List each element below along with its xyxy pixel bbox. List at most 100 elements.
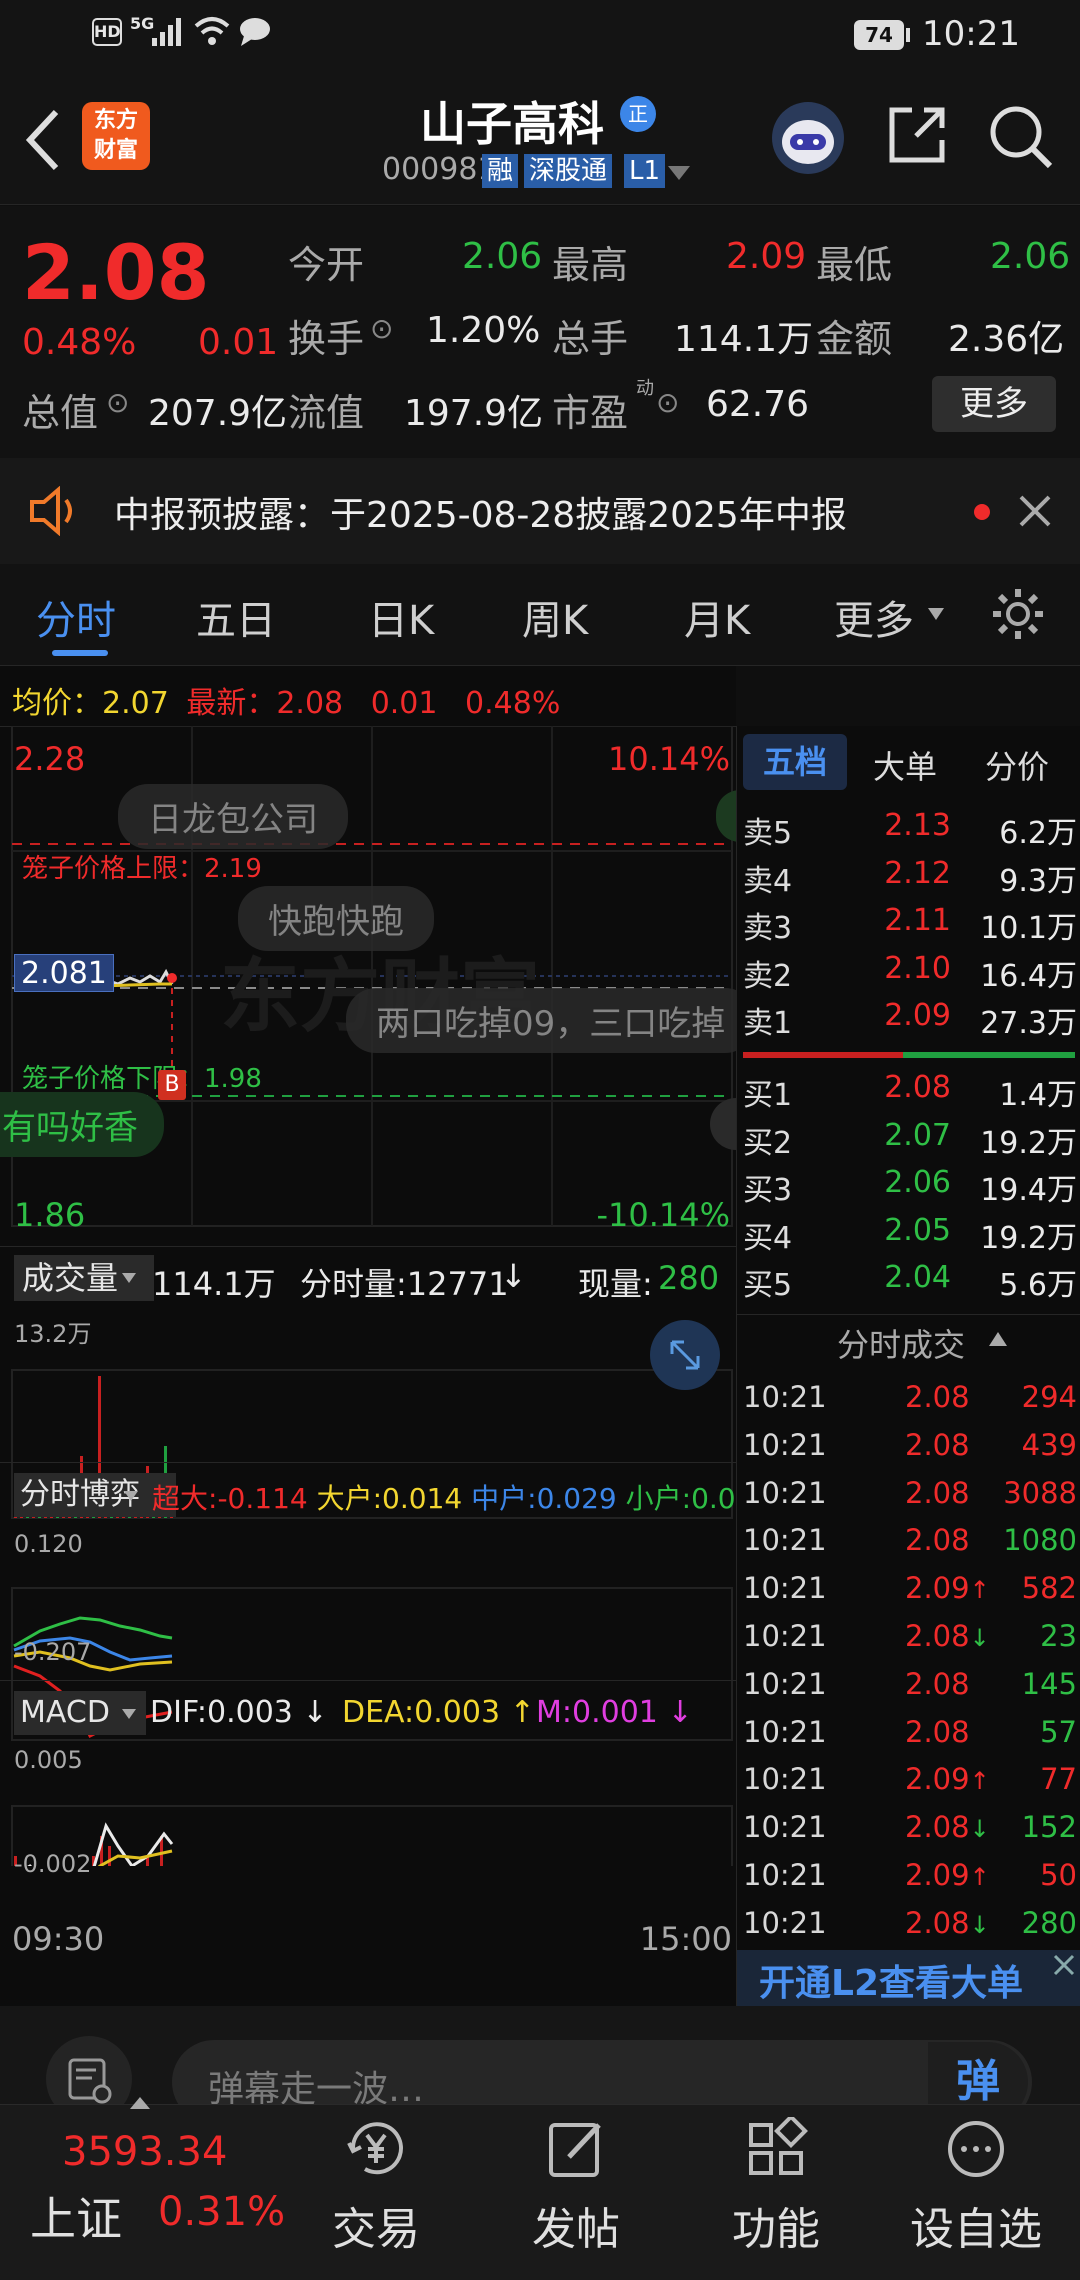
index-pct[interactable]: 0.31% <box>158 2189 285 2235</box>
y-top-pct-label: 10.14% <box>607 740 730 778</box>
m-value: M:0.001 ↓ <box>536 1695 693 1730</box>
game-bottom-label: -0.207 <box>14 1638 92 1666</box>
info-icon[interactable]: ⊙ <box>106 386 129 419</box>
dif-number: 0.003 <box>206 1695 293 1730</box>
danmaku-bubble: 日龙包公司 <box>118 784 348 849</box>
bottom-area: 弹幕走一波… 弹 3593.34 上证 0.31% 交易 发帖 功能 设自选 <box>0 2006 1080 2280</box>
bid-level[interactable]: 买1 2.08 1.4万 <box>737 1070 1080 1116</box>
ask-level[interactable]: 卖1 2.09 27.3万 <box>737 998 1080 1044</box>
tab-price-dist[interactable]: 分价 <box>985 742 1049 788</box>
nav-trade[interactable]: 交易 <box>306 2117 446 2257</box>
nav-functions[interactable]: 功能 <box>706 2114 846 2257</box>
l2-banner[interactable]: 开通L2查看大单 <box>737 1950 1080 2006</box>
bid-level[interactable]: 买4 2.05 19.2万 <box>737 1213 1080 1259</box>
macd-label: MACD <box>20 1695 110 1730</box>
wifi-icon <box>194 17 230 45</box>
level-volume: 19.4万 <box>980 1173 1077 1208</box>
info-icon[interactable]: ⊙ <box>656 386 679 419</box>
tick-time: 10:21 <box>743 1666 827 1701</box>
latest-value: 2.08 <box>276 686 344 721</box>
float-label: 流值 <box>288 391 365 435</box>
ask-level[interactable]: 卖3 2.11 10.1万 <box>737 903 1080 949</box>
amount-value: 2.36亿 <box>948 319 1065 360</box>
tab-monthly-k[interactable]: 月K <box>684 588 750 646</box>
tab-more[interactable]: 更多 <box>834 588 914 646</box>
m-number: 0.001 <box>572 1695 658 1730</box>
active-tab-indicator <box>52 650 108 656</box>
low-label: 最低 <box>816 243 893 287</box>
tab-five-day[interactable]: 五日 <box>196 588 276 646</box>
tick-time: 10:21 <box>743 1380 827 1414</box>
ask-level[interactable]: 卖2 2.10 16.4万 <box>737 951 1080 997</box>
tick-row: 10:21 2.08 145 <box>737 1667 1080 1713</box>
divider <box>737 1314 1080 1315</box>
order-book-panel: 五档 大单 分价 分时成交 开通L2查看大单 卖5 2.13 6.2万 卖4 2.12 9… <box>736 726 1080 2006</box>
ask-level[interactable]: 卖4 2.12 9.3万 <box>737 856 1080 902</box>
bid-level[interactable]: 买3 2.06 19.4万 <box>737 1165 1080 1211</box>
volume-header: 成交量 114.1万 分时量:12771 ↓ 现量: 280 <box>0 1246 736 1310</box>
ask-level[interactable]: 卖5 2.13 6.2万 <box>737 808 1080 854</box>
nav-post[interactable]: 发帖 <box>506 2117 646 2257</box>
tick-time: 10:21 <box>743 1858 827 1892</box>
dif-arrow: ↓ <box>302 1695 328 1730</box>
tick-volume: 145 <box>1021 1666 1077 1701</box>
gear-icon[interactable] <box>990 586 1046 642</box>
tick-volume: 1080 <box>1003 1523 1077 1558</box>
notice-text: 中报预披露：于2025-08-28披露2025年中报 <box>114 495 847 536</box>
high-label: 最高 <box>552 243 629 287</box>
tick-direction: ↑ <box>969 1767 990 1796</box>
close-icon[interactable] <box>1053 1954 1075 1976</box>
buy-marker[interactable]: B <box>158 1070 186 1100</box>
intraday-chart-area: 均价：2.07 最新：2.08 0.01 0.48% 2.28 10.14% 1… <box>0 666 1080 2006</box>
tab-five-levels[interactable]: 五档 <box>743 734 847 790</box>
quote-panel: 2.08 0.48% 0.01 今开 2.06 最高 2.09 最低 2.06 … <box>0 206 1080 458</box>
bid-level[interactable]: 买5 2.04 5.6万 <box>737 1260 1080 1306</box>
level-price: 2.04 <box>884 1260 951 1295</box>
open-value: 2.06 <box>462 236 543 277</box>
stock-code: 000981 <box>382 152 497 187</box>
notice-bar[interactable]: 中报预披露：于2025-08-28披露2025年中报 <box>0 458 1080 564</box>
nav-post-label: 发帖 <box>532 2204 620 2255</box>
back-icon[interactable] <box>22 108 62 172</box>
search-icon[interactable] <box>988 104 1054 170</box>
dif-label: DIF: <box>150 1695 207 1730</box>
bid-level[interactable]: 买2 2.07 19.2万 <box>737 1118 1080 1164</box>
tab-intraday[interactable]: 分时 <box>36 588 116 646</box>
nav-add-watchlist-label: 设自选 <box>910 2204 1042 2255</box>
tick-volume: 280 <box>1021 1905 1077 1940</box>
share-icon[interactable] <box>886 104 948 166</box>
battery-icon: 74 <box>854 20 904 50</box>
robot-avatar-icon[interactable] <box>770 100 846 176</box>
tick-direction: ↓ <box>969 1910 990 1939</box>
turnover-label: 换手 <box>288 317 365 361</box>
big-value: 0.014 <box>382 1482 463 1515</box>
tab-daily-k[interactable]: 日K <box>368 588 434 646</box>
chevron-down-icon <box>928 608 944 620</box>
level-price: 2.08 <box>884 1070 951 1105</box>
signal-icon <box>152 18 181 46</box>
ticks-title[interactable]: 分时成交 <box>837 1320 965 1366</box>
info-icon[interactable]: ⊙ <box>370 312 393 345</box>
dropdown-icon[interactable] <box>668 166 690 180</box>
tab-weekly-k[interactable]: 周K <box>522 588 588 646</box>
tick-price: 2.08 <box>905 1666 970 1701</box>
tick-row: 10:21 2.09↑ 50 <box>737 1858 1080 1904</box>
more-button[interactable]: 更多 <box>932 376 1056 432</box>
edit-icon <box>549 2123 601 2177</box>
time-end: 15:00 <box>639 1920 732 1958</box>
super-value: -0.114 <box>217 1482 308 1515</box>
high-value: 2.09 <box>726 236 807 277</box>
tick-time: 10:21 <box>743 1714 827 1749</box>
nav-add-watchlist[interactable]: 设自选 <box>906 2117 1046 2257</box>
index-name[interactable]: 上证 <box>30 2183 122 2249</box>
last-price: 2.08 <box>22 228 210 317</box>
index-value[interactable]: 3593.34 <box>62 2129 227 2175</box>
tab-big-orders[interactable]: 大单 <box>873 742 937 788</box>
app-logo[interactable]: 东方 财富 <box>82 102 150 170</box>
tick-volume: 50 <box>1040 1858 1077 1892</box>
dea-arrow: ↑ <box>509 1695 535 1730</box>
close-icon[interactable] <box>1018 494 1052 528</box>
chevron-down-icon <box>122 1709 136 1719</box>
chevron-up-icon <box>130 2097 150 2109</box>
expand-button[interactable] <box>650 1320 720 1390</box>
